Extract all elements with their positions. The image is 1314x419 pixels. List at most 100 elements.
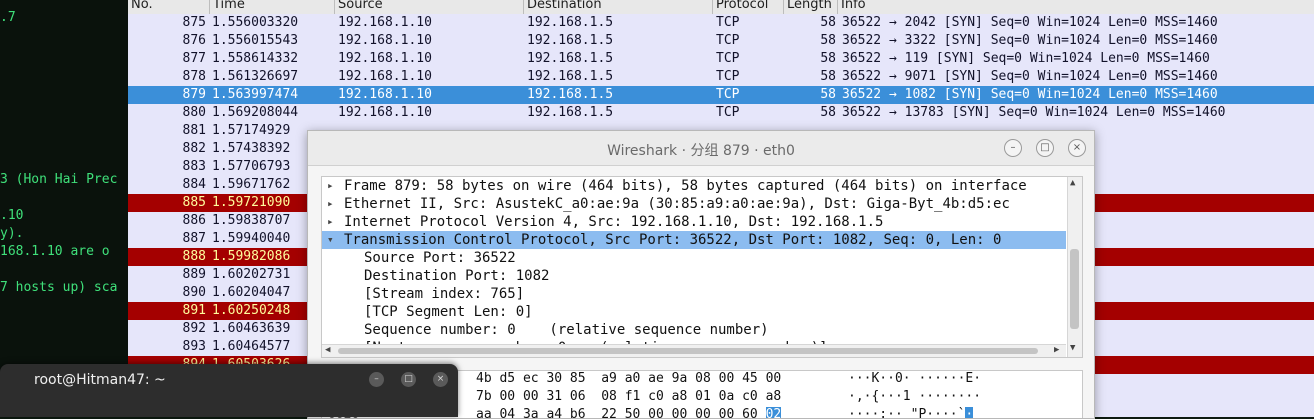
tree-row[interactable]: [Stream index: 765]	[322, 285, 1066, 303]
packet-row[interactable]: 875 1.556003320 192.168.1.10 192.168.1.5 TCP…	[128, 14, 1314, 32]
tree-row[interactable]: ▸ Frame 879: 58 bytes on wire (464 bits),…	[322, 177, 1066, 195]
hex-bytes-text: aa 04 3a a4 b6 22 50 00 00 00 00 60	[476, 407, 766, 419]
packet-time: 1.60204047	[212, 285, 291, 300]
maximize-icon: □	[404, 374, 413, 384]
packet-time: 1.561326697	[212, 69, 299, 84]
packet-time: 1.556015543	[212, 33, 299, 48]
packet-info: 36522 → 2042 [SYN] Seq=0 Win=1024 Len=0 …	[842, 15, 1218, 30]
expand-arrow-icon[interactable]: ▸	[327, 213, 339, 231]
packet-time: 1.60464577	[212, 339, 291, 354]
scroll-left-icon[interactable]: ◀	[325, 345, 330, 355]
packet-row[interactable]: 880 1.569208044 192.168.1.10 192.168.1.5 TCP…	[128, 104, 1314, 122]
column-header-no[interactable]: No.	[128, 0, 210, 14]
hex-bytes: 7b 00 00 31 06 08 f1 c0 a8 01 0a c0 a8	[476, 388, 781, 406]
close-button[interactable]: ×	[1068, 139, 1086, 157]
packet-protocol: TCP	[716, 87, 740, 102]
packet-number: 884	[182, 177, 206, 192]
packet-number: 875	[182, 15, 206, 30]
packet-length: 58	[820, 105, 836, 120]
packet-destination: 192.168.1.5	[527, 69, 614, 84]
packet-number: 887	[182, 231, 206, 246]
tree-horizontal-scrollbar[interactable]: ◀ ▶	[322, 344, 1066, 357]
packet-time: 1.59940040	[212, 231, 291, 246]
packet-number: 891	[182, 303, 206, 318]
packet-protocol: TCP	[716, 33, 740, 48]
packet-protocol: TCP	[716, 15, 740, 30]
tree-row-label: [TCP Segment Len: 0]	[364, 304, 533, 320]
packet-time: 1.60250248	[212, 303, 291, 318]
packet-row[interactable]: 879 1.563997474 192.168.1.10 192.168.1.5 TCP…	[128, 86, 1314, 104]
packet-source: 192.168.1.10	[338, 105, 432, 120]
expand-arrow-icon[interactable]: ▸	[327, 195, 339, 213]
minimize-icon: –	[374, 374, 379, 384]
terminal-line: .7	[0, 10, 16, 25]
tree-row[interactable]: Source Port: 36522	[322, 249, 1066, 267]
packet-length: 58	[820, 87, 836, 102]
column-header-protocol[interactable]: Protocol	[713, 0, 784, 14]
packet-source: 192.168.1.10	[338, 15, 432, 30]
column-header-destination[interactable]: Destination	[524, 0, 713, 14]
tree-row[interactable]: ▾ Transmission Control Protocol, Src Port…	[322, 231, 1066, 249]
tree-row[interactable]: Destination Port: 1082	[322, 267, 1066, 285]
column-header-time[interactable]: Time	[210, 0, 335, 14]
terminal-maximize-button[interactable]: □	[401, 372, 416, 387]
tree-row-label: Destination Port: 1082	[364, 268, 550, 284]
hex-ascii-text: ····:·· "P····`	[848, 407, 966, 419]
tree-row[interactable]: ▸ Internet Protocol Version 4, Src: 192.1…	[322, 213, 1066, 231]
hex-bytes-text: 7b 00 00 31 06 08 f1 c0 a8 01 0a c0 a8	[476, 389, 782, 404]
packet-length: 58	[820, 69, 836, 84]
packet-row[interactable]: 877 1.558614332 192.168.1.10 192.168.1.5 TCP…	[128, 50, 1314, 68]
tree-row[interactable]: ▸ Ethernet II, Src: AsustekC_a0:ae:9a (30…	[322, 195, 1066, 213]
packet-time: 1.569208044	[212, 105, 299, 120]
maximize-button[interactable]: □	[1036, 139, 1054, 157]
minimize-button[interactable]: –	[1004, 139, 1022, 157]
close-icon: ×	[1072, 142, 1082, 153]
terminal-close-button[interactable]: ×	[433, 372, 448, 387]
column-header-source[interactable]: Source	[335, 0, 524, 14]
tree-row-label: Internet Protocol Version 4, Src: 192.16…	[344, 214, 884, 230]
packet-source: 192.168.1.10	[338, 33, 432, 48]
tree-row[interactable]: [TCP Segment Len: 0]	[322, 303, 1066, 321]
hex-ascii-text: ···K··0· ······E·	[848, 371, 982, 386]
terminal-minimize-button[interactable]: –	[369, 372, 384, 387]
column-header-length[interactable]: Length	[784, 0, 838, 14]
tree-row-label: Sequence number: 0 (relative sequence nu…	[364, 322, 769, 338]
dialog-titlebar[interactable]: Wireshark · 分组 879 · eth0 – □ ×	[308, 131, 1094, 166]
tree-hscroll-thumb[interactable]	[338, 348, 1038, 354]
close-icon: ×	[436, 374, 445, 384]
tree-scroll-thumb[interactable]	[1070, 249, 1079, 329]
hex-bytes-text: 4b d5 ec 30 85 a9 a0 ae 9a 08 00 45 00	[476, 371, 782, 386]
packet-number: 888	[182, 249, 206, 264]
packet-time: 1.60463639	[212, 321, 291, 336]
packet-time: 1.556003320	[212, 15, 299, 30]
terminal-line: 168.1.10 are o	[0, 244, 110, 259]
tree-vertical-scrollbar[interactable]: ▲ ▼	[1067, 177, 1082, 357]
packet-time: 1.563997474	[212, 87, 299, 102]
tree-row-label: Frame 879: 58 bytes on wire (464 bits), …	[344, 178, 1027, 194]
tree-row[interactable]: Sequence number: 0 (relative sequence nu…	[322, 321, 1066, 339]
tree-row-label: [Stream index: 765]	[364, 286, 525, 302]
packet-length: 58	[820, 33, 836, 48]
scroll-down-icon[interactable]: ▼	[1070, 343, 1075, 353]
column-header-info[interactable]: Info	[838, 0, 1314, 14]
packet-row[interactable]: 876 1.556015543 192.168.1.10 192.168.1.5 TCP…	[128, 32, 1314, 50]
terminal-line: 7 hosts up) sca	[0, 280, 118, 295]
packet-info: 36522 → 3322 [SYN] Seq=0 Win=1024 Len=0 …	[842, 33, 1218, 48]
packet-protocol: TCP	[716, 69, 740, 84]
scroll-right-icon[interactable]: ▶	[1054, 345, 1059, 355]
packet-info: 36522 → 1082 [SYN] Seq=0 Win=1024 Len=0 …	[842, 87, 1218, 102]
hex-bytes: 4b d5 ec 30 85 a9 a0 ae 9a 08 00 45 00	[476, 371, 782, 388]
packet-destination: 192.168.1.5	[527, 15, 614, 30]
hex-ascii: ···K··0· ······E·	[848, 371, 982, 388]
packet-length: 58	[820, 15, 836, 30]
packet-row[interactable]: 878 1.561326697 192.168.1.10 192.168.1.5 TCP…	[128, 68, 1314, 86]
terminal-window[interactable]: root@Hitman47: ~ – □ ×	[0, 364, 458, 417]
hex-ascii-selected: ·	[965, 407, 974, 418]
expand-arrow-icon[interactable]: ▸	[327, 177, 339, 195]
collapse-arrow-icon[interactable]: ▾	[327, 231, 339, 249]
scroll-up-icon[interactable]: ▲	[1070, 178, 1075, 188]
packet-number: 889	[182, 267, 206, 282]
protocol-tree[interactable]: ▸ Frame 879: 58 bytes on wire (464 bits),…	[321, 176, 1083, 358]
terminal-line: y).	[0, 226, 24, 241]
terminal-title: root@Hitman47: ~	[34, 372, 166, 388]
